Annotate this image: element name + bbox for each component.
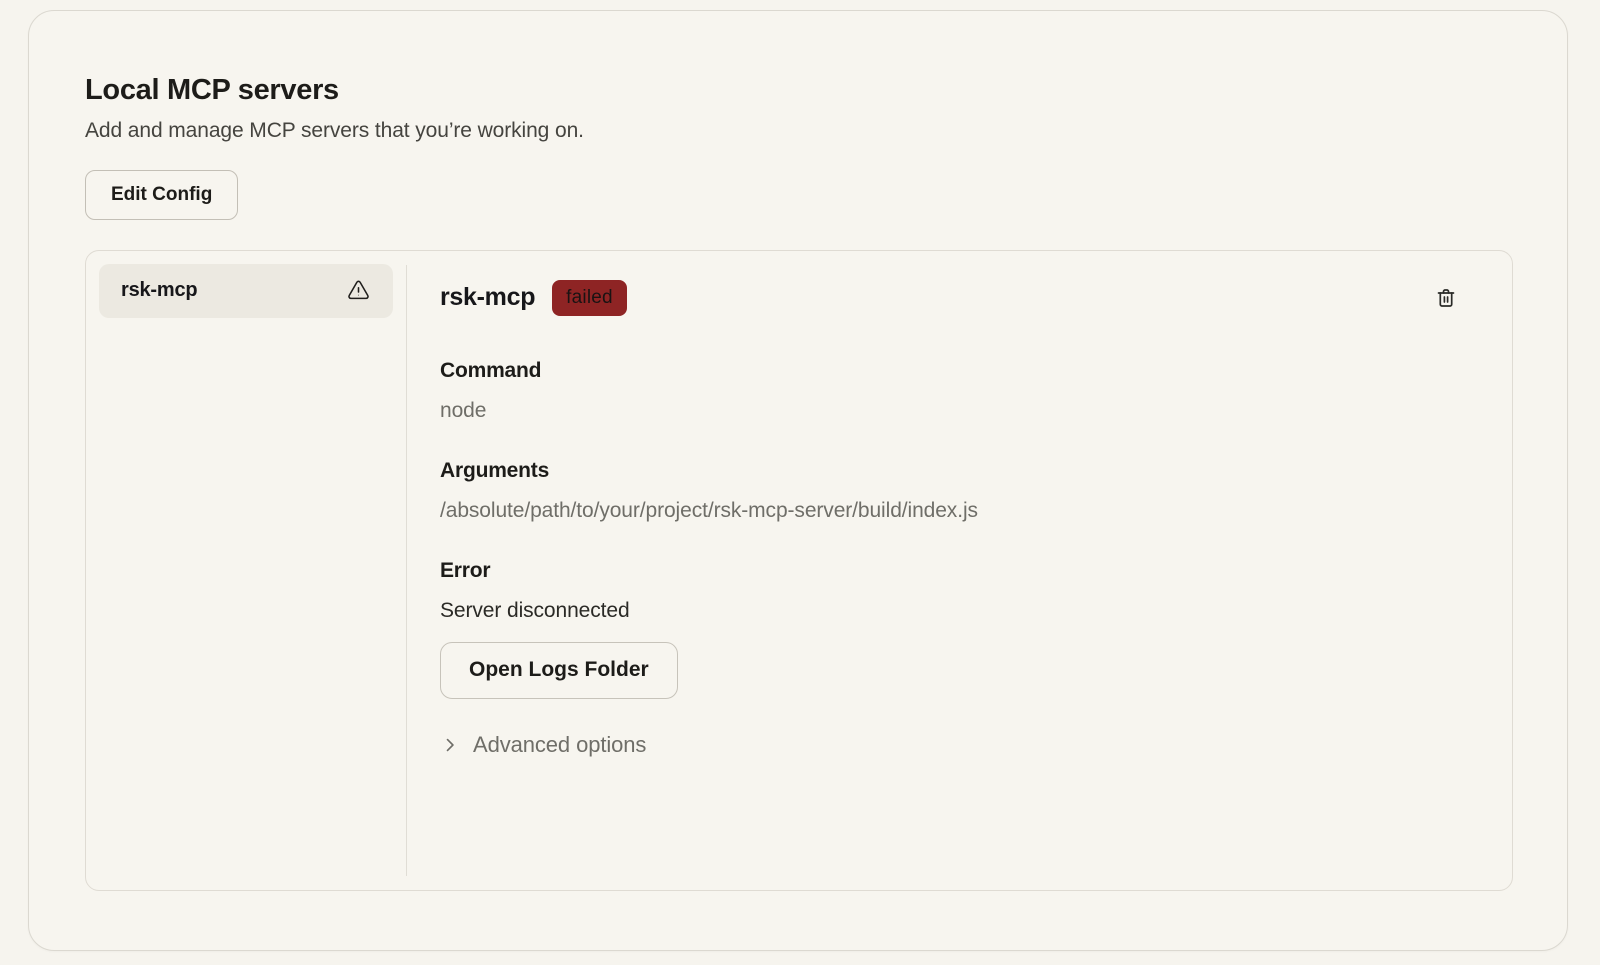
field-value: node [440,399,1458,423]
field-error: Error Server disconnected [440,559,1458,623]
field-arguments: Arguments /absolute/path/to/your/project… [440,459,1458,523]
mcp-servers-panel: rsk-mcp rsk-mcp failed [85,250,1513,891]
page-subtitle: Add and manage MCP servers that you’re w… [85,119,1511,143]
field-label: Command [440,359,1458,383]
delete-server-button[interactable] [1434,286,1458,310]
server-detail: rsk-mcp failed Command [407,251,1512,890]
open-logs-folder-button[interactable]: Open Logs Folder [440,642,678,699]
advanced-options-toggle[interactable]: Advanced options [440,732,646,758]
page-title: Local MCP servers [85,73,1511,108]
settings-card: Local MCP servers Add and manage MCP ser… [28,10,1568,951]
trash-icon [1434,286,1458,310]
server-detail-header: rsk-mcp failed [440,280,1458,316]
status-badge: failed [552,280,627,316]
field-label: Arguments [440,459,1458,483]
field-value: /absolute/path/to/your/project/rsk-mcp-s… [440,499,1458,523]
server-list-item-label: rsk-mcp [121,279,197,302]
field-label: Error [440,559,1458,583]
edit-config-button[interactable]: Edit Config [85,170,238,220]
server-list: rsk-mcp [86,251,406,890]
field-value: Server disconnected [440,599,1458,623]
server-name: rsk-mcp [440,283,535,312]
server-list-item-rsk-mcp[interactable]: rsk-mcp [99,264,393,318]
chevron-right-icon [440,735,460,755]
advanced-options-label: Advanced options [473,732,646,758]
warning-icon [346,278,371,303]
field-command: Command node [440,359,1458,423]
